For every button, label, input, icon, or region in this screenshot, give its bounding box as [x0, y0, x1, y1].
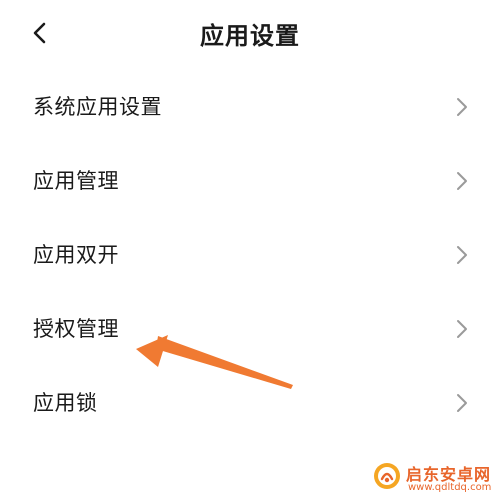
watermark-url: www.qdltdq.com [408, 482, 492, 493]
header-bar: 应用设置 [0, 0, 500, 70]
menu-item-system-app-settings[interactable]: 系统应用设置 [0, 70, 500, 144]
menu-item-label: 应用双开 [33, 243, 119, 267]
menu-item-label: 授权管理 [33, 317, 119, 341]
watermark-logo-icon [374, 463, 400, 489]
menu-item-app-management[interactable]: 应用管理 [0, 144, 500, 218]
chevron-right-icon [457, 98, 467, 116]
chevron-right-icon [457, 320, 467, 338]
watermark: 启东安卓网 www.qdltdq.com [368, 455, 498, 499]
menu-item-label: 系统应用设置 [33, 95, 162, 119]
menu-item-app-lock[interactable]: 应用锁 [0, 366, 500, 440]
menu-item-label: 应用锁 [33, 391, 98, 415]
chevron-right-icon [457, 246, 467, 264]
menu-item-permission-management[interactable]: 授权管理 [0, 292, 500, 366]
page-title: 应用设置 [200, 22, 300, 50]
chevron-right-icon [457, 394, 467, 412]
menu-item-dual-apps[interactable]: 应用双开 [0, 218, 500, 292]
chevron-right-icon [457, 172, 467, 190]
menu-item-label: 应用管理 [33, 169, 119, 193]
